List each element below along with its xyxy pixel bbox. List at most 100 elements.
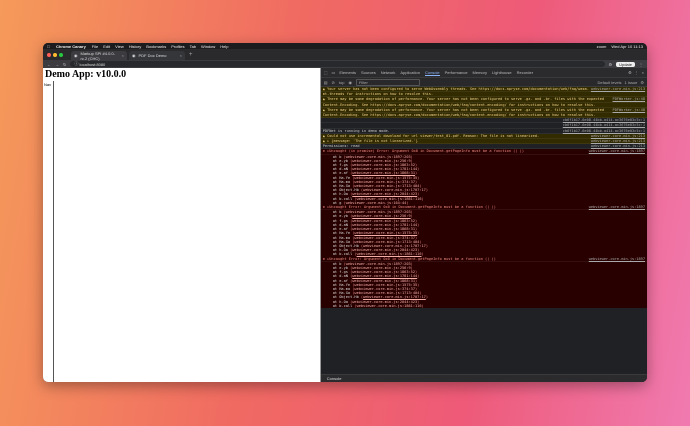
device-toggle-icon[interactable]: ▭	[332, 70, 336, 75]
menu-item[interactable]: Edit	[103, 44, 110, 49]
message-text: ▲ Your server has not been configured to…	[322, 87, 589, 91]
source-link[interactable]: webviewer-core.min.js:213	[591, 144, 645, 148]
message-text: Permissions: read	[322, 144, 360, 149]
message-text: ▲ There may be some degradation of perfo…	[322, 107, 605, 112]
menubar-right: zoom Wed Apr 10 11:13	[597, 44, 643, 49]
menu-item[interactable]: View	[115, 44, 124, 49]
devtools-tab[interactable]: Sources	[361, 70, 376, 76]
filter-right: Default levels 1 Issue ⚙	[597, 80, 644, 85]
inspect-icon[interactable]: ⬚	[324, 70, 328, 75]
source-link[interactable]: cb6f1b17-6e08-44bb-a414-ac3676e03c5c:1	[563, 129, 645, 133]
apple-icon[interactable]: 	[47, 44, 50, 49]
devtools-tab[interactable]: Console	[424, 70, 440, 76]
menu-item[interactable]: Bookmarks	[146, 44, 166, 49]
stack-location[interactable]: webviewer-core.min.js:1861:116	[357, 304, 422, 308]
eye-icon[interactable]: ◉	[348, 80, 352, 85]
menu-item[interactable]: History	[129, 44, 141, 49]
kebab-icon[interactable]: ⋮	[635, 70, 639, 75]
message-text	[323, 123, 561, 127]
message-text: ▲ Could not use incremental download for…	[322, 133, 540, 138]
menu-item[interactable]: Profiles	[171, 44, 184, 49]
menu-item[interactable]: Help	[220, 44, 228, 49]
source-link[interactable]: cb6f1b17-6e08-44bb-a414-ac3676e03c5c:1	[563, 118, 645, 122]
message-text: Content-Encoding. See https://docs.aprys…	[322, 102, 596, 107]
back-icon[interactable]: ←	[47, 62, 51, 67]
browser-toolbar: ← → ↻ ⓘ localhost:8080 ⚙ Update ⋮	[43, 60, 647, 68]
clock[interactable]: Wed Apr 10 11:13	[611, 44, 643, 49]
devtools-drawer: Console	[320, 374, 647, 382]
tab-strip: ◉ Markup SPI #4.0.0-rc.2 (CHC) × ◉ PDF D…	[43, 49, 647, 61]
new-tab-button[interactable]: +	[189, 52, 193, 58]
update-button[interactable]: Update	[616, 61, 635, 67]
source-link[interactable]: webviewer-core.min.js:213	[591, 134, 645, 138]
error-group: ⊗ ▸Uncaught Error: Argument 0x0 in Docum…	[320, 256, 647, 308]
menu-items: File Edit View History Bookmarks Profiles Tab W…	[92, 44, 229, 49]
page-sidebar: Nav	[43, 81, 54, 382]
sidebar-label: Nav	[44, 82, 52, 87]
menu-kebab-icon[interactable]: ⋮	[639, 62, 643, 67]
close-tab-icon[interactable]: ×	[122, 53, 124, 58]
gear-icon[interactable]: ⚙	[628, 70, 632, 75]
minimize-window-button[interactable]	[53, 52, 57, 57]
source-link[interactable]: PDFWorker.js:48	[613, 108, 645, 112]
address-bar-url: localhost:8080	[79, 61, 106, 67]
app-menu[interactable]: Chrome Canary	[56, 44, 86, 49]
devtools-tab[interactable]: Application	[400, 70, 420, 76]
devtools-tab[interactable]: Elements	[339, 70, 356, 76]
devtools-tab[interactable]: Memory	[473, 70, 487, 76]
menu-item[interactable]: Window	[201, 44, 215, 49]
menu-item[interactable]: Tab	[190, 44, 196, 49]
filter-input[interactable]: Filter	[355, 78, 420, 86]
close-window-button[interactable]	[47, 52, 51, 57]
globe-icon: ◉	[132, 53, 136, 58]
devtools-tab[interactable]: Performance	[445, 70, 468, 76]
window-controls	[47, 52, 63, 57]
source-link[interactable]: cb6f1b17-6e08-44bb-a414-ac3676e03c5c:1	[563, 123, 645, 127]
close-tab-icon[interactable]: ×	[180, 53, 182, 58]
devtools-right: ⚙ ⋮ ×	[628, 70, 644, 75]
browser-window:  Chrome Canary File Edit View History Bookm…	[43, 43, 647, 382]
devtools-panel: ⬚ ▭ Elements Sources Network Application Con…	[320, 68, 647, 382]
context-select[interactable]: top	[339, 80, 345, 85]
tab-pdf-demo[interactable]: ◉ PDF Doc Demo ×	[129, 51, 185, 60]
devtools-tab[interactable]: Network	[381, 70, 396, 76]
source-link[interactable]: webviewer-core.min.js:1897	[589, 205, 645, 209]
source-link[interactable]: webviewer-core.min.js:1897	[589, 149, 645, 153]
source-link[interactable]: webviewer-core.min.js:1897	[589, 257, 645, 261]
error-message: ⊗ ▸Uncaught Error: Argument 0x0 in Docum…	[322, 256, 496, 261]
tab-markup[interactable]: ◉ Markup SPI #4.0.0-rc.2 (CHC) ×	[71, 51, 127, 61]
source-link[interactable]: webviewer-core.min.js:213	[591, 139, 645, 143]
reload-icon[interactable]: ↻	[63, 62, 66, 67]
menu-item[interactable]: File	[92, 44, 98, 49]
levels-dropdown[interactable]: Default levels	[597, 80, 621, 85]
issues-badge[interactable]: 1 Issue	[625, 80, 638, 85]
drawer-tab-console[interactable]: Console	[327, 376, 342, 381]
source-link[interactable]: PDFWorker.js:48	[613, 97, 645, 101]
message-text: mt-threads for instructions on how to re…	[322, 92, 434, 97]
devtools-tab[interactable]: Recorder	[517, 70, 533, 76]
extensions-icon[interactable]: ⚙	[609, 62, 613, 67]
stack-frame: at b.call (webviewer-core.min.js:1861:11…	[332, 303, 424, 308]
zoom-window-button[interactable]	[59, 52, 63, 57]
message-text: ▲ There may be some degradation of perfo…	[322, 97, 605, 102]
close-icon[interactable]: ×	[642, 70, 644, 75]
message-text: PDFNet is running in demo mode.	[322, 128, 390, 133]
devtools-tabbar: ⬚ ▭ Elements Sources Network Application Con…	[320, 68, 647, 78]
zoom-status[interactable]: zoom	[597, 44, 607, 49]
page-title: Demo App: v10.0.0	[45, 69, 127, 80]
clear-console-icon[interactable]: ⊘	[332, 80, 335, 85]
forward-icon[interactable]: →	[55, 62, 59, 67]
message-text: ▲ ▸ {message: 'The file is not linearize…	[322, 139, 418, 144]
tab-label: PDF Doc Demo	[138, 53, 167, 58]
devtools-tab[interactable]: Lighthouse	[492, 70, 512, 76]
address-bar[interactable]: ⓘ localhost:8080	[70, 61, 605, 67]
error-group: ⊗ ▸Uncaught (in promise) Error: Argument…	[320, 149, 647, 206]
devtools-tabs: Elements Sources Network Application Console…	[339, 70, 533, 76]
sidebar-toggle-icon[interactable]: ▤	[324, 80, 328, 85]
error-group: ⊗ ▸Uncaught Error: Argument 0x0 in Docum…	[320, 205, 647, 257]
console-log: ▲ Your server has not been configured to…	[320, 87, 647, 308]
page-viewport: Demo App: v10.0.0 Nav	[43, 68, 321, 382]
settings-icon[interactable]: ⚙	[640, 80, 644, 85]
source-link[interactable]: webviewer-core.min.js:213	[591, 87, 645, 91]
message-text: Content-Encoding. See https://docs.aprys…	[322, 113, 596, 118]
